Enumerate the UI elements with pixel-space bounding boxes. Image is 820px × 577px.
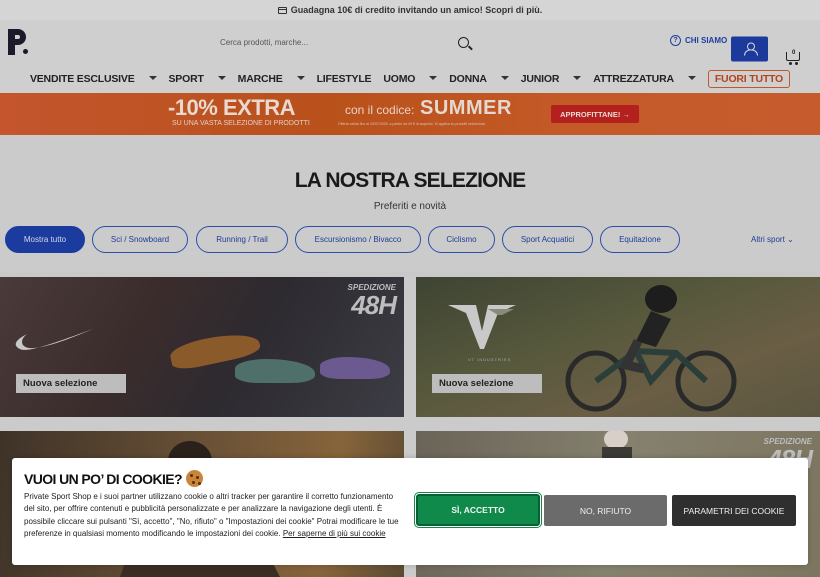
nav-item-sport[interactable]: SPORT	[169, 73, 226, 85]
mountain-bike-rider-image	[565, 285, 737, 412]
site-logo[interactable]	[8, 29, 30, 55]
cart-button[interactable]: 0	[786, 50, 802, 66]
tile-vt-industries[interactable]: VT INDUSTRIES Nuova selezione	[416, 277, 820, 417]
promo-cta-button[interactable]: APPROFITTANE! →	[551, 105, 639, 123]
promo-code: SUMMER	[420, 97, 512, 119]
help-icon: ?	[670, 35, 681, 46]
credit-card-icon	[277, 6, 287, 14]
chevron-down-icon	[429, 76, 438, 81]
tile-label: Nuova selezione	[432, 374, 542, 393]
user-icon	[743, 42, 758, 56]
nav-item-fuori-tutto[interactable]: FUORI TUTTO	[707, 69, 791, 88]
about-label: CHI SIAMO	[685, 36, 728, 45]
promo-headline: -10% EXTRA	[168, 95, 296, 120]
shipping-48h-badge: SPEDIZIONE 48H	[347, 283, 397, 320]
chevron-down-icon	[296, 76, 305, 81]
cookie-consent-dialog: VUOI UN PO’ DI COOKIE? Private Sport Sho…	[12, 458, 808, 565]
cookie-title: VUOI UN PO’ DI COOKIE?	[24, 470, 203, 487]
nike-swoosh-logo	[15, 329, 94, 350]
vt-subtitle: VT INDUSTRIES	[468, 357, 512, 362]
selection-header: LA NOSTRA SELEZIONE Preferiti e novità	[0, 135, 820, 226]
tile-nike[interactable]: SPEDIZIONE 48H Nuova selezione	[0, 277, 404, 417]
shoe-image	[320, 357, 390, 379]
nav-item-lifestyle[interactable]: LIFESTYLE	[317, 73, 372, 85]
shoe-image	[235, 359, 315, 383]
vt-industries-logo	[448, 305, 516, 349]
chevron-down-icon	[687, 76, 696, 81]
chevron-down-icon	[500, 76, 509, 81]
nav-item-attrezzatura[interactable]: ATTREZZATURA	[593, 73, 696, 85]
announcement-text[interactable]: Guadagna 10€ di credito invitando un ami…	[291, 5, 543, 15]
search-input[interactable]	[212, 37, 452, 47]
tile-label: Nuova selezione	[16, 374, 126, 393]
nav-item-junior[interactable]: JUNIOR	[521, 73, 582, 85]
promo-subline: SU UNA VASTA SELEZIONE DI PRODOTTI	[172, 120, 310, 127]
site-header: ? CHI SIAMO 0	[0, 20, 820, 66]
filter-sci-snowboard[interactable]: Sci / Snowboard	[92, 226, 188, 253]
more-sports-dropdown[interactable]: Altri sport ⌄	[751, 235, 794, 244]
search-icon[interactable]	[458, 36, 469, 48]
chevron-down-icon	[148, 76, 157, 81]
section-subtitle: Preferiti e novità	[373, 201, 447, 212]
refuse-cookies-button[interactable]: NO, RIFIUTO	[544, 495, 667, 526]
accept-cookies-button[interactable]: SÌ, ACCETTO	[414, 492, 542, 528]
filter-sport-acquatici[interactable]: Sport Acquatici	[502, 226, 593, 253]
account-button[interactable]	[731, 36, 768, 62]
nav-item-vendite-esclusive[interactable]: VENDITE ESCLUSIVE	[30, 73, 157, 85]
nav-item-uomo[interactable]: UOMO	[383, 73, 438, 85]
cart-count: 0	[792, 50, 796, 56]
filter-ciclismo[interactable]: Ciclismo	[428, 226, 495, 253]
main-nav: VENDITE ESCLUSIVE SPORT MARCHE LIFESTYLE…	[0, 64, 820, 93]
search-bar	[212, 30, 482, 54]
nav-item-marche[interactable]: MARCHE	[238, 73, 305, 85]
sport-filters: Mostra tutto Sci / Snowboard Running / T…	[0, 226, 820, 272]
promo-banner[interactable]: -10% EXTRA SU UNA VASTA SELEZIONE DI PRO…	[0, 93, 820, 135]
cookie-icon	[185, 470, 203, 487]
filter-escursionismo[interactable]: Escursionismo / Bivacco	[295, 226, 421, 253]
cookie-info-link[interactable]: Per saperne di più sui cookie	[283, 529, 386, 538]
filter-equitazione[interactable]: Equitazione	[600, 226, 680, 253]
about-link[interactable]: ? CHI SIAMO	[670, 35, 727, 46]
chevron-down-icon	[573, 76, 582, 81]
chevron-down-icon	[217, 76, 226, 81]
promo-code-label: con il codice:	[345, 103, 415, 117]
filter-running-trail[interactable]: Running / Trail	[196, 226, 288, 253]
promo-fine-print: Offerta valida fino al 20/07/2025, a par…	[338, 122, 486, 126]
cookie-settings-button[interactable]: PARAMETRI DEI COOKIE	[672, 495, 796, 526]
nav-item-donna[interactable]: DONNA	[449, 73, 509, 85]
section-title: LA NOSTRA SELEZIONE	[294, 169, 526, 192]
cookie-body: Private Sport Shop e i suoi partner util…	[24, 492, 399, 538]
announcement-bar[interactable]: Guadagna 10€ di credito invitando un ami…	[0, 0, 820, 20]
filter-mostra-tutto[interactable]: Mostra tutto	[5, 226, 85, 253]
